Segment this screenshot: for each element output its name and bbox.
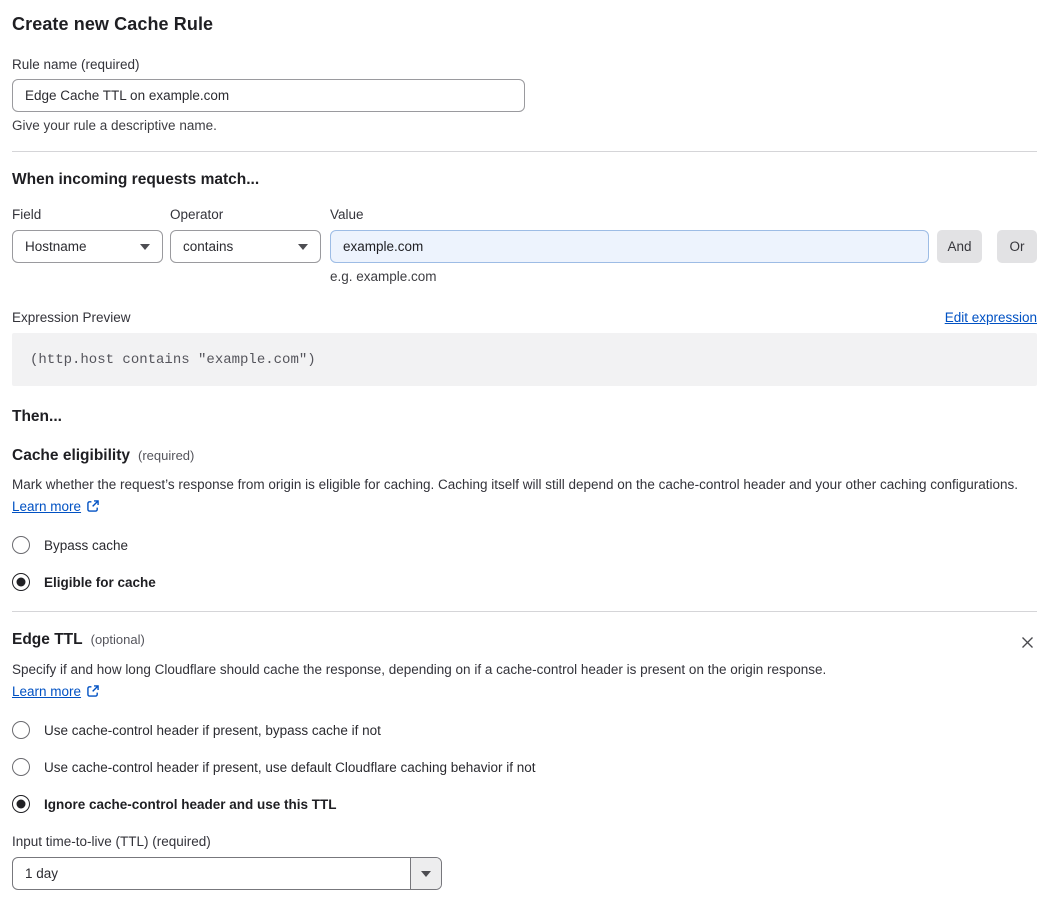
radio-option-bypass-cache[interactable]: Bypass cache — [12, 536, 1037, 554]
radio-label: Bypass cache — [44, 537, 129, 553]
ttl-select-arrow-button[interactable] — [410, 858, 441, 889]
radio-option-use-header-bypass[interactable]: Use cache-control header if present, byp… — [12, 721, 1037, 739]
or-button[interactable]: Or — [997, 230, 1037, 263]
ttl-label: Input time-to-live (TTL) (required) — [12, 834, 211, 849]
cache-eligibility-qualifier: (required) — [138, 448, 195, 463]
expression-preview-label: Expression Preview — [12, 310, 131, 325]
edge-ttl-heading: Edge TTL — [12, 631, 83, 648]
value-helper: e.g. example.com — [330, 269, 437, 284]
match-section-heading: When incoming requests match... — [12, 171, 260, 188]
edge-ttl-qualifier: (optional) — [90, 632, 145, 647]
rule-name-value: Edge Cache TTL on example.com — [25, 88, 230, 103]
operator-label: Operator — [170, 207, 224, 222]
page-title: Create new Cache Rule — [12, 14, 214, 34]
external-link-icon — [86, 683, 100, 705]
rule-name-input[interactable]: Edge Cache TTL on example.com — [12, 79, 525, 112]
operator-select[interactable]: contains — [170, 230, 321, 263]
radio-label: Use cache-control header if present, byp… — [44, 722, 381, 738]
radio-button[interactable] — [12, 721, 30, 739]
then-heading: Then... — [12, 408, 62, 425]
edit-expression-link[interactable]: Edit expression — [945, 310, 1037, 325]
radio-button[interactable] — [12, 758, 30, 776]
expression-code: (http.host contains "example.com") — [12, 333, 1037, 386]
edge-ttl-description: Specify if and how long Cloudflare shoul… — [12, 659, 844, 704]
chevron-down-icon — [298, 243, 308, 250]
ttl-select[interactable]: 1 day — [12, 857, 442, 890]
chevron-down-icon — [140, 243, 150, 250]
close-edge-ttl-button[interactable] — [1018, 633, 1037, 652]
external-link-icon — [86, 498, 100, 520]
field-label: Field — [12, 207, 42, 222]
radio-option-eligible-for-cache[interactable]: Eligible for cache — [12, 573, 1037, 591]
radio-label: Ignore cache-control header and use this… — [44, 796, 337, 812]
expression-code-text: (http.host contains "example.com") — [30, 351, 316, 368]
value-input-value: example.com — [343, 239, 424, 254]
value-input[interactable]: example.com — [330, 230, 929, 263]
radio-option-ignore-header-use-ttl[interactable]: Ignore cache-control header and use this… — [12, 795, 1037, 813]
and-button[interactable]: And — [937, 230, 982, 263]
field-select-value: Hostname — [25, 239, 87, 254]
value-label: Value — [330, 207, 364, 222]
section-divider — [12, 151, 1037, 152]
field-select[interactable]: Hostname — [12, 230, 163, 263]
rule-name-label: Rule name (required) — [12, 57, 140, 72]
cache-eligibility-learn-more-link[interactable]: Learn more — [12, 499, 81, 514]
edge-ttl-description-text: Specify if and how long Cloudflare shoul… — [12, 662, 827, 677]
ttl-select-value: 1 day — [25, 866, 59, 881]
edge-ttl-learn-more-link[interactable]: Learn more — [12, 684, 81, 699]
cache-eligibility-description: Mark whether the request’s response from… — [12, 474, 1037, 519]
radio-option-use-header-default[interactable]: Use cache-control header if present, use… — [12, 758, 1037, 776]
radio-label: Use cache-control header if present, use… — [44, 759, 536, 775]
radio-button[interactable] — [12, 536, 30, 554]
chevron-down-icon — [421, 870, 431, 877]
operator-select-value: contains — [183, 239, 234, 254]
close-icon — [1022, 637, 1033, 648]
create-cache-rule-form: Create new Cache Rule Rule name (require… — [0, 0, 1058, 890]
radio-button-selected[interactable] — [12, 795, 30, 813]
radio-label: Eligible for cache — [44, 574, 156, 590]
radio-button-selected[interactable] — [12, 573, 30, 591]
section-divider — [12, 611, 1037, 612]
rule-name-helper: Give your rule a descriptive name. — [12, 118, 217, 133]
cache-eligibility-heading: Cache eligibility — [12, 447, 131, 464]
cache-eligibility-description-text: Mark whether the request’s response from… — [12, 477, 1019, 492]
